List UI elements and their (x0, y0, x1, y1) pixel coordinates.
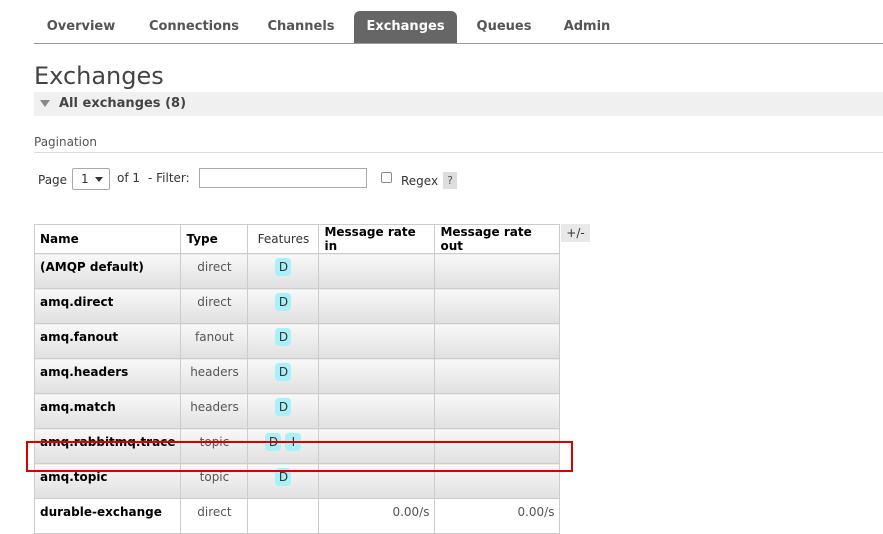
exchange-name-link[interactable]: amq.topic (33, 463, 182, 499)
table-row: amq.match headers D (33, 393, 561, 429)
table-header-row: Name Type Features Message rate in Messa… (33, 224, 561, 254)
features-cell: D (247, 463, 320, 499)
rate-out-cell (434, 288, 561, 324)
table-row: amq.headers headers D (33, 358, 561, 394)
exchange-type: direct (180, 498, 249, 534)
column-header-features: Features (247, 224, 320, 254)
durable-badge: D (275, 328, 292, 346)
table-row: amq.direct direct D (33, 288, 561, 324)
tab-exchanges[interactable]: Exchanges (354, 11, 457, 43)
table-row: (AMQP default) direct D (33, 253, 561, 289)
features-cell: D (247, 393, 320, 429)
rate-in-cell (318, 323, 436, 359)
tab-queues[interactable]: Queues (466, 11, 542, 43)
page-count-label: of 1 (117, 171, 141, 185)
rate-in-cell (318, 393, 436, 429)
tab-channels[interactable]: Channels (260, 11, 342, 43)
page-select[interactable]: 1 (72, 168, 110, 190)
durable-badge: D (275, 293, 292, 311)
page-label: Page (38, 173, 68, 187)
durable-badge: D (275, 468, 292, 486)
regex-label: Regex (401, 174, 439, 188)
rate-out-cell (434, 463, 561, 499)
table-row: amq.fanout fanout D (33, 323, 561, 359)
exchange-type: headers (180, 358, 249, 394)
rate-out-cell (434, 358, 561, 394)
rate-out-cell: 0.00/s (434, 498, 561, 534)
durable-badge: D (275, 363, 292, 381)
exchange-name-link[interactable]: (AMQP default) (33, 253, 182, 289)
exchange-name-link[interactable]: amq.rabbitmq.trace (33, 428, 182, 464)
rate-in-cell (318, 358, 436, 394)
filter-input[interactable] (199, 168, 367, 188)
exchange-type: direct (180, 253, 249, 289)
features-cell (247, 498, 320, 534)
rate-in-cell (318, 288, 436, 324)
collapse-triangle-icon[interactable] (40, 100, 50, 107)
exchange-name-link[interactable]: durable-exchange (33, 498, 182, 534)
tab-connections[interactable]: Connections (138, 11, 250, 43)
exchanges-table: Name Type Features Message rate in Messa… (33, 224, 561, 534)
rate-out-cell (434, 323, 561, 359)
table-row: amq.rabbitmq.trace topic DI (33, 428, 561, 464)
tab-admin[interactable]: Admin (554, 11, 620, 43)
exchange-type: headers (180, 393, 249, 429)
help-icon[interactable]: ? (443, 172, 457, 189)
page-title: Exchanges (34, 62, 164, 90)
features-cell: D (247, 253, 320, 289)
durable-badge: D (275, 398, 292, 416)
regex-checkbox[interactable] (381, 172, 392, 183)
rate-out-cell (434, 253, 561, 289)
column-header-name[interactable]: Name (33, 224, 182, 254)
toggle-columns-button[interactable]: +/- (561, 224, 590, 242)
rate-in-cell (318, 463, 436, 499)
exchange-type: direct (180, 288, 249, 324)
durable-badge: D (265, 433, 282, 451)
section-title[interactable]: All exchanges (8) (59, 96, 186, 111)
internal-badge: I (285, 433, 302, 451)
column-header-rate-in: Message rate in (318, 224, 436, 254)
main-nav-tabs: Overview Connections Channels Exchanges … (34, 11, 883, 44)
table-row: durable-exchange direct 0.00/s 0.00/s (33, 498, 561, 534)
rate-in-cell (318, 253, 436, 289)
chevron-down-icon (95, 177, 103, 182)
rate-out-cell (434, 393, 561, 429)
filter-label: - Filter: (148, 171, 190, 185)
page-select-value: 1 (81, 172, 89, 186)
features-cell: D (247, 358, 320, 394)
column-header-type[interactable]: Type (180, 224, 249, 254)
column-header-rate-out: Message rate out (434, 224, 561, 254)
rate-in-cell (318, 428, 436, 464)
rate-out-cell (434, 428, 561, 464)
exchange-name-link[interactable]: amq.headers (33, 358, 182, 394)
features-cell: DI (247, 428, 320, 464)
features-cell: D (247, 323, 320, 359)
exchange-type: topic (180, 428, 249, 464)
tab-overview[interactable]: Overview (34, 11, 128, 43)
all-exchanges-section-header[interactable]: All exchanges (8) (34, 92, 883, 116)
pagination-label: Pagination (34, 135, 97, 149)
exchange-type: fanout (180, 323, 249, 359)
features-cell: D (247, 288, 320, 324)
rate-in-cell: 0.00/s (318, 498, 436, 534)
durable-badge: D (275, 258, 292, 276)
exchange-type: topic (180, 463, 249, 499)
exchange-name-link[interactable]: amq.fanout (33, 323, 182, 359)
exchange-name-link[interactable]: amq.match (33, 393, 182, 429)
divider (34, 152, 883, 153)
exchange-name-link[interactable]: amq.direct (33, 288, 182, 324)
table-row: amq.topic topic D (33, 463, 561, 499)
